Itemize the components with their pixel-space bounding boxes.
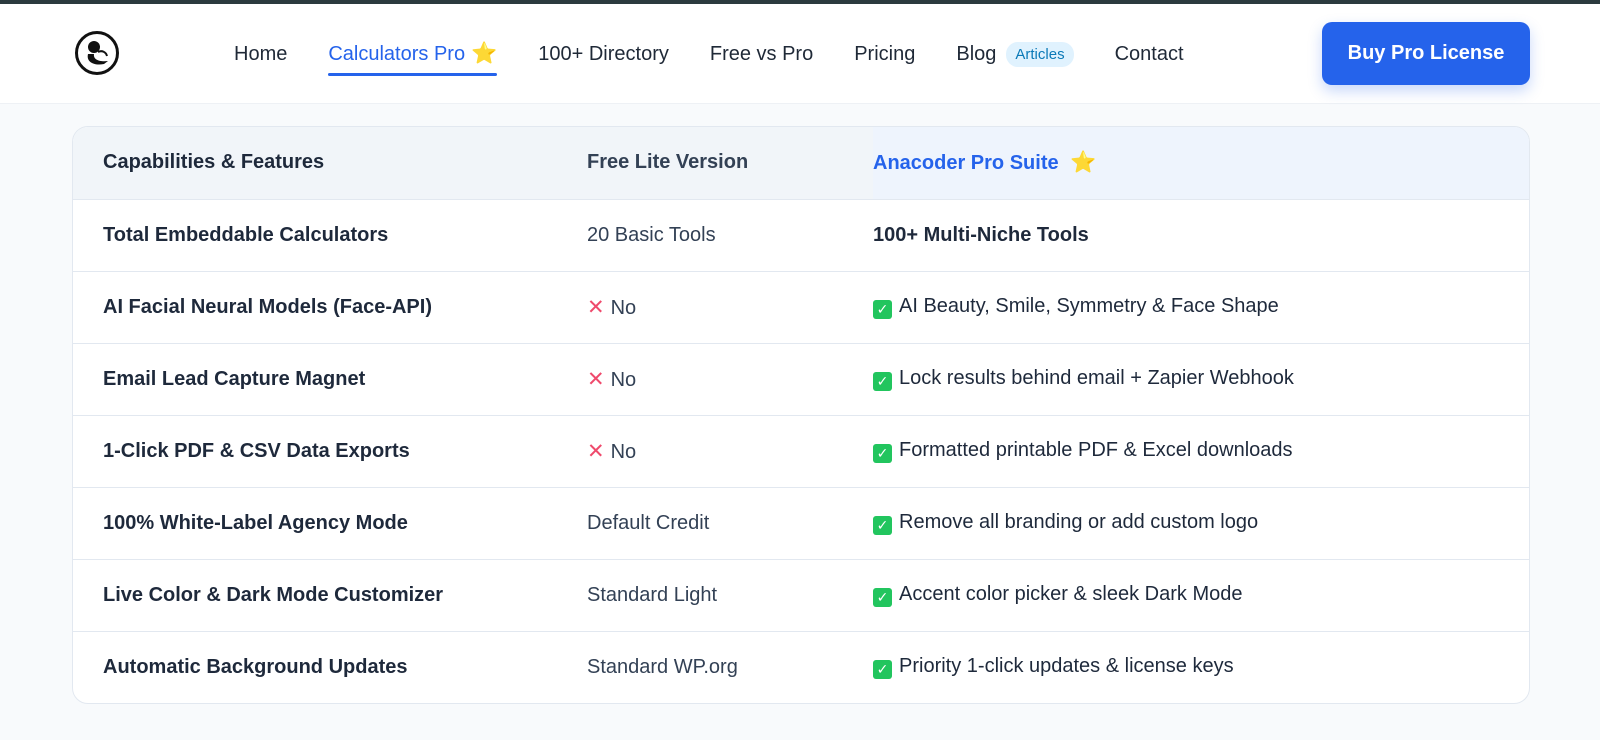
free-cell: ✕ No bbox=[587, 415, 873, 488]
pro-value: Accent color picker & sleek Dark Mode bbox=[899, 583, 1243, 605]
feature-cell: 100% White-Label Agency Mode bbox=[73, 487, 587, 560]
free-value: No bbox=[610, 440, 637, 463]
nav-item-free-vs-pro[interactable]: Free vs Pro bbox=[710, 37, 813, 71]
free-value: 20 Basic Tools bbox=[587, 223, 716, 246]
table-row: 100% White-Label Agency Mode Default Cre… bbox=[73, 487, 1529, 560]
star-icon: ⭐ bbox=[1070, 150, 1097, 174]
check-icon: ✓ bbox=[873, 300, 892, 319]
feature-cell: Automatic Background Updates bbox=[103, 655, 408, 678]
table-header-row: Capabilities & Features Free Lite Versio… bbox=[73, 127, 1529, 200]
header-feature: Capabilities & Features bbox=[73, 127, 587, 200]
comparison-table: Capabilities & Features Free Lite Versio… bbox=[73, 127, 1529, 703]
check-icon: ✓ bbox=[873, 372, 892, 391]
free-cell: ✕ No bbox=[587, 271, 873, 344]
pro-value: Remove all branding or add custom logo bbox=[899, 511, 1259, 533]
table-row: Live Color & Dark Mode Customizer Standa… bbox=[73, 559, 1529, 632]
nav-label: Contact bbox=[1114, 42, 1184, 65]
feature-cell: 1-Click PDF & CSV Data Exports bbox=[73, 415, 587, 488]
nav-item-pricing[interactable]: Pricing bbox=[854, 37, 915, 71]
free-value: Standard WP.org bbox=[587, 655, 738, 678]
header-pro: Anacoder Pro Suite ⭐ bbox=[873, 127, 1529, 200]
pro-value: Formatted printable PDF & Excel download… bbox=[899, 439, 1293, 461]
pro-cell: ✓ Remove all branding or add custom logo bbox=[873, 487, 1529, 560]
table-row: Total Embeddable Calculators 20 Basic To… bbox=[73, 199, 1529, 272]
header-free: Free Lite Version bbox=[587, 127, 873, 200]
free-value: No bbox=[610, 368, 637, 391]
table-row: Email Lead Capture Magnet ✕ No ✓ Lock resu… bbox=[73, 343, 1529, 416]
buy-pro-license-button[interactable]: Buy Pro License bbox=[1322, 22, 1530, 85]
nav-item-home[interactable]: Home bbox=[234, 37, 287, 71]
logo-mark-icon bbox=[87, 41, 108, 65]
nav-label: Pricing bbox=[854, 42, 916, 65]
star-icon: ⭐ bbox=[471, 42, 498, 65]
nav-label: 100+ Directory bbox=[538, 42, 669, 65]
pro-cell: 100+ Multi-Niche Tools bbox=[873, 199, 1529, 272]
check-icon: ✓ bbox=[873, 516, 892, 535]
table-row: Automatic Background Updates Standard WP… bbox=[73, 631, 1529, 703]
pro-value: Lock results behind email + Zapier Webho… bbox=[899, 367, 1294, 389]
check-icon: ✓ bbox=[873, 660, 892, 680]
nav-item-calculators-pro[interactable]: Calculators Pro ⭐ bbox=[328, 37, 498, 76]
nav-item-directory[interactable]: 100+ Directory bbox=[538, 37, 669, 71]
free-cell: Default Credit bbox=[587, 487, 873, 560]
check-icon: ✓ bbox=[873, 444, 892, 463]
pro-cell: ✓ Formatted printable PDF & Excel downloa… bbox=[873, 415, 1529, 488]
pro-value: AI Beauty, Smile, Symmetry & Face Shape bbox=[899, 295, 1279, 317]
nav-item-contact[interactable]: Contact bbox=[1115, 37, 1184, 71]
main-nav: Home Calculators Pro ⭐ 100+ Directory Fr… bbox=[234, 4, 1225, 104]
comparison-table-card: Capabilities & Features Free Lite Versio… bbox=[72, 126, 1530, 704]
feature-cell: Email Lead Capture Magnet bbox=[73, 343, 587, 416]
nav-item-blog[interactable]: Blog Articles bbox=[956, 37, 1074, 71]
pro-cell: ✓ Accent color picker & sleek Dark Mode bbox=[873, 559, 1529, 632]
pro-value: Priority 1-click updates & license keys bbox=[899, 655, 1234, 678]
table-row: AI Facial Neural Models (Face-API) ✕ No ✓… bbox=[73, 271, 1529, 344]
articles-badge: Articles bbox=[1006, 41, 1074, 67]
cross-icon: ✕ bbox=[587, 439, 605, 463]
pro-cell: ✓ Lock results behind email + Zapier Webh… bbox=[873, 343, 1529, 416]
free-value: Standard Light bbox=[587, 583, 718, 606]
feature-cell: Live Color & Dark Mode Customizer bbox=[73, 559, 587, 632]
cross-icon: ✕ bbox=[587, 367, 605, 391]
free-cell: 20 Basic Tools bbox=[587, 199, 873, 272]
pro-cell: ✓ Priority 1-click updates & license keys bbox=[873, 631, 1529, 703]
nav-label: Blog bbox=[956, 42, 997, 65]
table-row: 1-Click PDF & CSV Data Exports ✕ No ✓ Form… bbox=[73, 415, 1529, 488]
feature-cell: AI Facial Neural Models (Face-API) bbox=[73, 271, 587, 344]
pro-value: 100+ Multi-Niche Tools bbox=[873, 223, 1089, 246]
nav-label: Free vs Pro bbox=[709, 42, 814, 65]
pro-cell: ✓ AI Beauty, Smile, Symmetry & Face Shape bbox=[873, 271, 1529, 344]
free-cell: ✕ No bbox=[587, 343, 873, 416]
check-icon: ✓ bbox=[873, 588, 892, 607]
free-value: Default Credit bbox=[587, 511, 710, 534]
feature-cell: Total Embeddable Calculators bbox=[73, 199, 587, 272]
header-pro-label: Anacoder Pro Suite bbox=[873, 151, 1059, 174]
site-logo[interactable] bbox=[75, 31, 119, 75]
cross-icon: ✕ bbox=[587, 295, 605, 319]
free-cell: Standard Light bbox=[587, 559, 873, 632]
nav-label: Calculators Pro bbox=[328, 42, 466, 65]
free-value: No bbox=[610, 296, 637, 319]
nav-label: Home bbox=[234, 42, 288, 65]
site-header: Home Calculators Pro ⭐ 100+ Directory Fr… bbox=[0, 4, 1600, 104]
free-cell: Standard WP.org bbox=[587, 631, 873, 703]
